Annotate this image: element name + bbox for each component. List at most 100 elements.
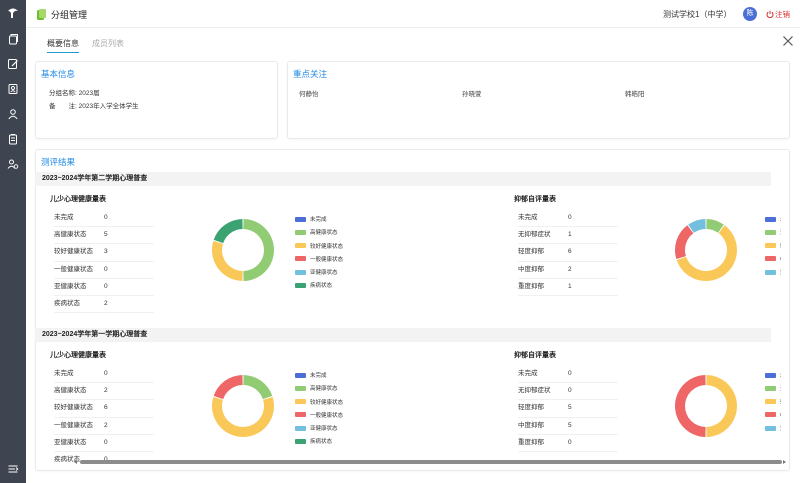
legend-item[interactable]: 高健康状态: [295, 385, 355, 398]
scroll-left-arrow[interactable]: [74, 460, 77, 464]
scroll-right-arrow[interactable]: [783, 460, 786, 464]
table-row: 无抑郁症状 1: [518, 227, 618, 245]
donut-slice[interactable]: [675, 375, 706, 437]
legend-swatch: [295, 229, 306, 235]
edit-icon[interactable]: [7, 58, 19, 70]
legend-item[interactable]: 疾病状态: [295, 282, 355, 295]
focus-person[interactable]: 何静怡: [299, 88, 319, 98]
donut-slice[interactable]: [213, 219, 243, 244]
scale-title: 儿少心理健康量表: [50, 352, 106, 359]
results-scroll-area[interactable]: 2023~2024学年第二学期心理普查 儿少心理健康量表 未完成 0 高健康状态 5 较好健…: [35, 172, 781, 462]
legend-item[interactable]: 疾病状态: [295, 438, 355, 451]
row-label: 中度抑郁: [518, 265, 544, 273]
close-icon[interactable]: [782, 35, 794, 47]
tab-members[interactable]: 成员列表: [92, 38, 124, 49]
note-row: 备 注: 2023年入学全体学生: [49, 100, 139, 110]
logout-button[interactable]: 注销: [766, 9, 790, 20]
legend-item[interactable]: 轻度抑郁: [765, 243, 781, 256]
legend-label: 亚健康状态: [310, 426, 338, 433]
table-row: 无抑郁症状 0: [518, 383, 618, 401]
logo-icon[interactable]: [5, 5, 21, 21]
legend-item[interactable]: 未完成: [295, 372, 355, 385]
row-count: 3: [104, 248, 108, 256]
table-row: 高健康状态 2: [54, 383, 154, 401]
legend-swatch: [765, 372, 776, 378]
legend-swatch: [295, 216, 306, 222]
legend-item[interactable]: 未完成: [295, 216, 355, 229]
legend-item[interactable]: 中度抑郁: [765, 256, 781, 269]
result-table: 未完成 0 无抑郁症状 0 轻度抑郁 5 中度抑郁 5 重度抑郁 0: [518, 366, 618, 452]
horizontal-scroll-thumb[interactable]: [80, 460, 782, 464]
donut-chart[interactable]: [210, 217, 276, 283]
legend-label: 重度抑郁: [780, 270, 781, 276]
legend-swatch: [765, 399, 776, 405]
tab-overview[interactable]: 概要信息: [47, 38, 79, 53]
note-value: 2023年入学全体学生: [78, 103, 139, 110]
legend-item[interactable]: 一般健康状态: [295, 412, 355, 425]
legend-item[interactable]: 较好健康状态: [295, 243, 355, 256]
row-label: 未完成: [54, 214, 74, 221]
focus-person[interactable]: 韩皓阳: [625, 88, 645, 98]
legend-swatch: [765, 243, 776, 249]
donut-slice[interactable]: [243, 219, 274, 281]
table-row: 轻度抑郁 5: [518, 400, 618, 418]
legend-label: 无抑郁症: [780, 230, 781, 236]
contact-card-icon[interactable]: [7, 83, 19, 95]
scale-title: 儿少心理健康量表: [50, 196, 106, 203]
legend-swatch: [765, 269, 776, 275]
legend-item[interactable]: 较好健康状态: [295, 399, 355, 412]
row-label: 高健康状态: [54, 231, 87, 239]
legend-item[interactable]: 轻度抑郁: [765, 399, 781, 412]
legend-item[interactable]: 亚健康状态: [295, 269, 355, 282]
collapse-menu-icon[interactable]: [7, 463, 19, 475]
chart-legend: 未完成高健康状态 较好健康状态 一般健康状态 亚健康状态 疾病状态: [295, 216, 355, 296]
legend-item[interactable]: 重度抑郁: [765, 269, 781, 282]
chart-legend: 未完成无抑郁症轻度抑郁中度抑郁重度抑郁: [765, 216, 781, 282]
row-label: 一般健康状态: [54, 421, 93, 429]
row-count: 0: [568, 214, 572, 221]
legend-item[interactable]: 亚健康状态: [295, 425, 355, 438]
legend-item[interactable]: 无抑郁症: [765, 385, 781, 398]
donut-slice[interactable]: [213, 375, 243, 400]
legend-label: 重度抑郁: [780, 426, 781, 432]
legend-item[interactable]: 未完成: [765, 372, 781, 385]
donut-slice[interactable]: [706, 375, 737, 437]
docs-icon[interactable]: [7, 33, 19, 45]
legend-item[interactable]: 无抑郁症: [765, 229, 781, 242]
legend-item[interactable]: 重度抑郁: [765, 425, 781, 438]
donut-chart[interactable]: [210, 373, 276, 439]
donut-chart[interactable]: [673, 373, 739, 439]
legend-swatch: [295, 412, 306, 418]
table-row: 未完成 0: [518, 366, 618, 384]
legend-label: 未完成: [310, 217, 327, 223]
results-heading: 测评结果: [41, 157, 76, 167]
donut-slice[interactable]: [212, 396, 274, 437]
basic-info-heading: 基本信息: [41, 69, 76, 79]
row-count: 2: [104, 421, 108, 429]
donut-chart[interactable]: [673, 217, 739, 283]
row-label: 未完成: [518, 214, 538, 221]
avatar[interactable]: 陈: [743, 7, 757, 21]
power-icon: [766, 10, 774, 18]
donut-slice[interactable]: [212, 240, 243, 281]
user-icon[interactable]: [7, 108, 19, 120]
focus-heading: 重点关注: [293, 69, 328, 79]
legend-item[interactable]: 一般健康状态: [295, 256, 355, 269]
focus-person[interactable]: 孙晓萱: [462, 88, 482, 98]
row-count: 6: [104, 404, 108, 412]
table-row: 亚健康状态 0: [54, 435, 154, 452]
school-name: 测试学校1（中学）: [663, 10, 732, 19]
legend-item[interactable]: 未完成: [765, 216, 781, 229]
legend-item[interactable]: 中度抑郁: [765, 412, 781, 425]
legend-swatch: [765, 412, 776, 418]
table-row: 较好健康状态 3: [54, 244, 154, 262]
legend-label: 未完成: [310, 373, 327, 379]
legend-label: 疾病状态: [310, 439, 333, 446]
report-icon[interactable]: [7, 133, 19, 145]
row-count: 5: [104, 231, 108, 239]
group-users-icon[interactable]: [7, 158, 19, 170]
legend-item[interactable]: 高健康状态: [295, 229, 355, 242]
donut-slice[interactable]: [675, 225, 694, 260]
donut-slice[interactable]: [243, 375, 273, 400]
logout-label: 注销: [775, 10, 790, 19]
